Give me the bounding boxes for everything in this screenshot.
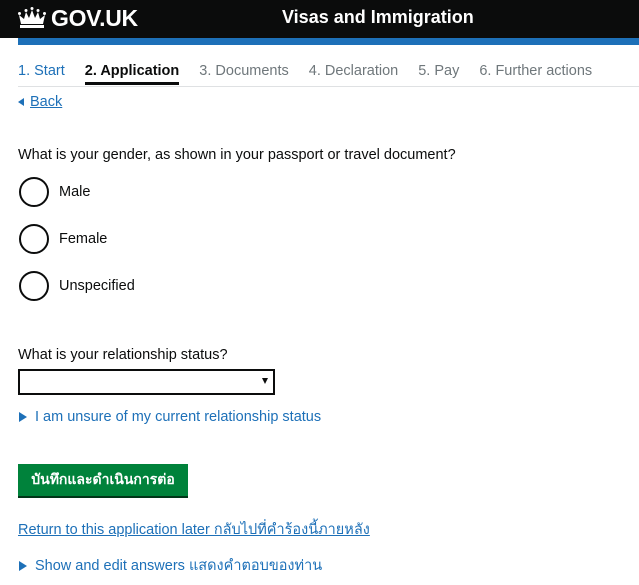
relationship-unsure-details[interactable]: I am unsure of my current relationship s… bbox=[19, 409, 321, 425]
radio-circle[interactable] bbox=[19, 224, 49, 254]
expand-triangle-icon bbox=[19, 560, 27, 571]
step-application: 2. Application bbox=[84, 62, 180, 85]
service-name[interactable]: Visas and Immigration bbox=[282, 7, 474, 28]
gender-question: What is your gender, as shown in your pa… bbox=[18, 147, 456, 163]
back-link[interactable]: Back bbox=[18, 94, 62, 110]
save-continue-button[interactable]: บันทึกและดำเนินการต่อ bbox=[18, 464, 188, 496]
step-start[interactable]: 1. Start bbox=[18, 62, 65, 80]
step-documents: 3. Documents bbox=[199, 63, 289, 79]
steps-divider bbox=[18, 86, 639, 87]
radio-unspecified[interactable]: Unspecified bbox=[19, 271, 135, 301]
step-further-actions: 6. Further actions bbox=[479, 63, 593, 79]
progress-steps: 1. Start 2. Application 3. Documents 4. … bbox=[18, 62, 612, 86]
back-link-label: Back bbox=[30, 94, 63, 110]
radio-label-female: Female bbox=[59, 231, 108, 247]
radio-label-male: Male bbox=[59, 184, 91, 200]
site-header: GOV.UK Visas and Immigration bbox=[0, 0, 639, 38]
dropdown-arrow-icon bbox=[262, 378, 268, 384]
radio-male[interactable]: Male bbox=[19, 177, 90, 207]
header-accent-bar bbox=[18, 38, 639, 45]
back-arrow-icon bbox=[18, 98, 24, 106]
govuk-logo[interactable]: GOV.UK bbox=[18, 5, 138, 31]
expand-triangle-icon bbox=[19, 412, 27, 422]
step-declaration: 4. Declaration bbox=[308, 63, 399, 79]
show-answers-label: Show and edit answers แสดงคำตอบของท่าน bbox=[35, 558, 323, 574]
return-later-link[interactable]: Return to this application later กลับไปท… bbox=[18, 518, 370, 541]
relationship-question: What is your relationship status? bbox=[18, 347, 228, 363]
show-answers-details[interactable]: Show and edit answers แสดงคำตอบของท่าน bbox=[19, 554, 322, 577]
radio-circle[interactable] bbox=[19, 177, 49, 207]
radio-circle[interactable] bbox=[19, 271, 49, 301]
radio-label-unspecified: Unspecified bbox=[59, 278, 135, 294]
crown-icon bbox=[18, 7, 46, 28]
radio-female[interactable]: Female bbox=[19, 224, 107, 254]
logo-text: GOV.UK bbox=[51, 4, 138, 31]
relationship-select[interactable] bbox=[18, 369, 275, 395]
step-pay: 5. Pay bbox=[418, 63, 460, 79]
relationship-unsure-label: I am unsure of my current relationship s… bbox=[35, 409, 322, 425]
